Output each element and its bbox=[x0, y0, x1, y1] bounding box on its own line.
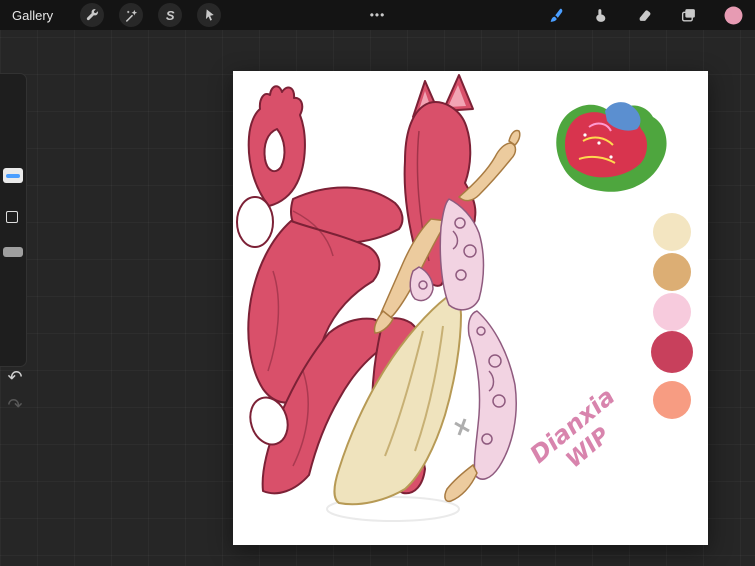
layers-icon bbox=[681, 8, 695, 22]
texture-test-swatch bbox=[556, 102, 667, 192]
wrench-icon bbox=[86, 8, 98, 20]
canvas-options-handle[interactable]: ••• bbox=[370, 9, 386, 21]
palette-swatch bbox=[653, 381, 691, 419]
top-toolbar: Gallery S ••• bbox=[0, 0, 755, 30]
brush-size-indicator bbox=[6, 173, 20, 178]
modify-button[interactable] bbox=[6, 211, 18, 223]
color-button[interactable] bbox=[724, 6, 743, 25]
toolbar-center-group: ••• bbox=[370, 0, 386, 30]
paint-brush-icon bbox=[550, 8, 563, 22]
canvas-palette bbox=[651, 213, 693, 419]
actions-button[interactable] bbox=[80, 3, 105, 27]
artwork: Dianxia WIP bbox=[236, 74, 693, 522]
magic-wand-icon bbox=[125, 9, 137, 22]
procreate-app: Gallery S ••• ↶ ↷ Dianxia WIP bbox=[0, 0, 755, 566]
current-color-swatch bbox=[724, 6, 743, 24]
foot bbox=[444, 463, 478, 503]
palette-swatch bbox=[651, 331, 693, 373]
layers-button[interactable] bbox=[680, 7, 697, 24]
opacity-slider[interactable] bbox=[3, 247, 23, 257]
toolbar-right-group bbox=[548, 6, 743, 25]
tool-sidebar bbox=[0, 73, 27, 367]
arrow-cursor-icon bbox=[205, 8, 214, 21]
smudge-finger-icon bbox=[596, 8, 606, 22]
leg-ornament bbox=[467, 310, 517, 480]
canvas[interactable]: Dianxia WIP bbox=[233, 71, 708, 545]
eraser-icon bbox=[639, 9, 651, 21]
artist-signature: Dianxia WIP bbox=[525, 382, 621, 473]
selection-button[interactable]: S bbox=[158, 3, 183, 27]
toolbar-left-group: Gallery S bbox=[12, 3, 222, 27]
eraser-button[interactable] bbox=[636, 7, 653, 24]
undo-button[interactable]: ↶ bbox=[4, 367, 26, 389]
gallery-button[interactable]: Gallery bbox=[12, 8, 53, 23]
adjustments-button[interactable] bbox=[119, 3, 144, 27]
palette-swatch bbox=[653, 253, 691, 291]
palette-swatch bbox=[653, 293, 691, 331]
paint-brush-button[interactable] bbox=[548, 7, 565, 24]
gray-sketch-mark bbox=[454, 418, 470, 436]
selection-icon: S bbox=[165, 7, 175, 23]
smudge-button[interactable] bbox=[592, 7, 609, 24]
redo-button[interactable]: ↷ bbox=[4, 395, 26, 417]
transform-button[interactable] bbox=[197, 3, 222, 27]
brush-size-slider[interactable] bbox=[3, 168, 23, 183]
palette-swatch bbox=[653, 213, 691, 251]
